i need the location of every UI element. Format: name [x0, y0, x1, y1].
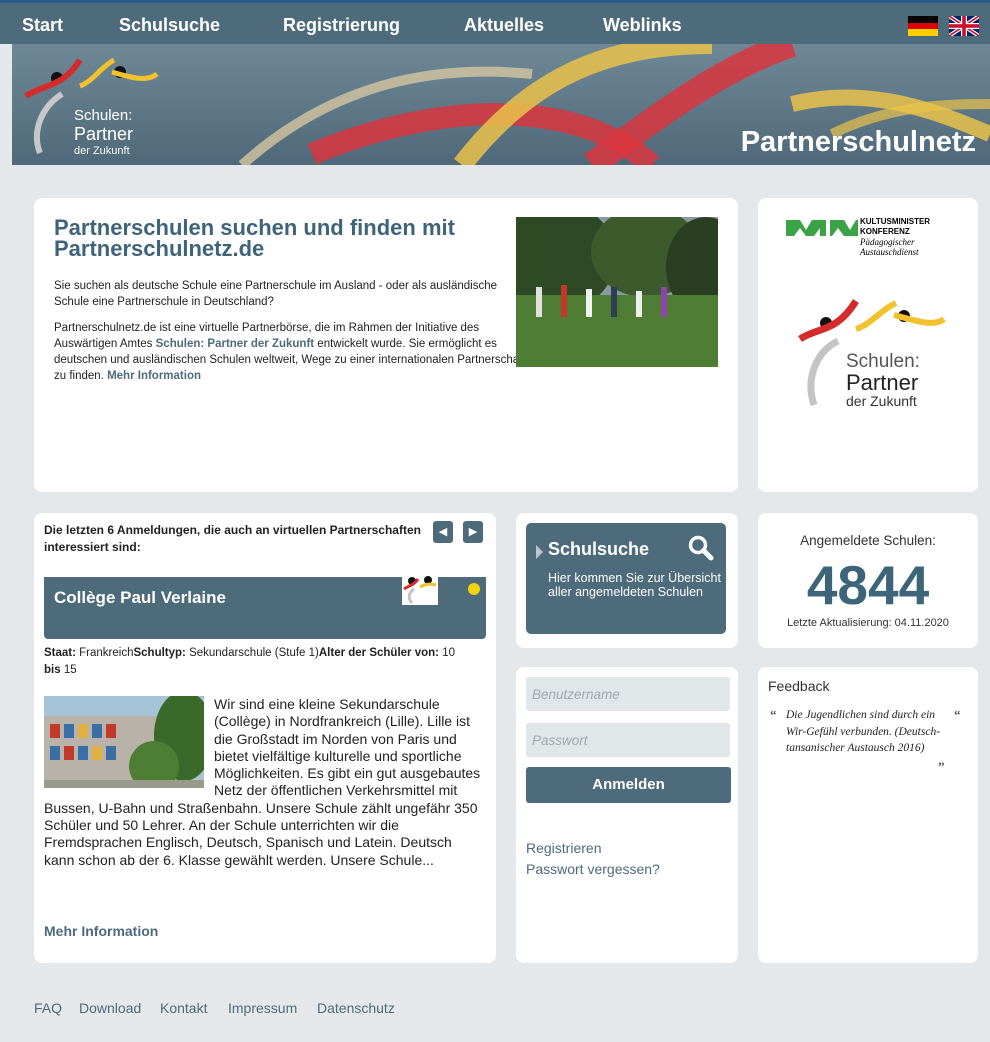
feedback-quote: Die Jugendlichen sind durch ein Wir-Gefü… [786, 709, 941, 754]
latest-registrations-card: Die letzten 6 Anmeldungen, die auch an v… [34, 513, 496, 963]
search-title: Schulsuche [548, 539, 650, 559]
partner-logo-line2: Partner [846, 370, 918, 395]
kmk-line3: Pädagogischer [859, 237, 915, 247]
arrow-right-icon: ▶ [468, 526, 478, 538]
intro-card: Partnerschulen suchen und finden mit Par… [34, 198, 738, 492]
kmk-logo: KULTUSMINISTER KONFERENZ Pädagogischer A… [786, 217, 930, 257]
latest-title: Die letzten 6 Anmeldungen, die auch an v… [44, 523, 421, 554]
nav-item-registrierung[interactable]: Registrierung [283, 15, 400, 36]
site-title: Partnerschulnetz [740, 126, 976, 158]
intro-photo [516, 217, 718, 367]
school-meta: Staat: FrankreichSchultyp: Sekundarschul… [44, 645, 464, 679]
username-input[interactable] [526, 677, 730, 711]
header-banner: Schulen: Partner der Zukunft Partnerschu… [12, 44, 990, 165]
search-description: Hier kommen Sie zur Übersicht aller ange… [548, 571, 721, 599]
alter-von-value: 10 [442, 647, 455, 659]
school-count: 4844 [806, 554, 930, 616]
top-nav: Start Schulsuche Registrierung Aktuelles… [0, 0, 990, 44]
kmk-line4: Austauschdienst [859, 247, 919, 257]
arrow-left-icon: ◀ [438, 526, 448, 538]
banner-logo-line1: Schulen: [74, 107, 132, 124]
school-photo [44, 696, 204, 788]
feedback-card: Feedback “ “ Die Jugendlichen sind durch… [758, 667, 978, 963]
partner-school-icon [402, 571, 438, 605]
footer-faq-link[interactable]: FAQ [34, 1000, 62, 1016]
footer-datenschutz-link[interactable]: Datenschutz [317, 1000, 395, 1016]
staat-value: Frankreich [79, 647, 134, 659]
intro-paragraph-1: Sie suchen als deutsche Schule eine Part… [54, 280, 498, 308]
alter-bis-value: 15 [63, 664, 77, 676]
uk-flag-icon[interactable] [949, 16, 979, 36]
intro-more-link[interactable]: Mehr Information [107, 370, 201, 382]
bis-label: bis [44, 664, 61, 676]
status-dot [468, 583, 480, 595]
kmk-card: KULTUSMINISTER KONFERENZ Pädagogischer A… [758, 198, 978, 492]
intro-paragraph-2: Partnerschulnetz.de ist eine virtuelle P… [54, 320, 534, 384]
partner-logo-line3: der Zukunft [846, 393, 917, 409]
kmk-line2: KONFERENZ [860, 227, 910, 236]
initiative-link[interactable]: Schulen: Partner der Zukunft [156, 338, 314, 350]
kmk-line1: KULTUSMINISTER [860, 217, 930, 226]
school-name[interactable]: Collège Paul Verlaine [54, 588, 226, 608]
school-description-block: Wir sind eine kleine Sekundarschule (Col… [44, 696, 484, 869]
partner-logo-line1: Schulen: [846, 351, 920, 372]
login-button[interactable]: Anmelden [526, 767, 731, 803]
quote-open-icon-right: “ [954, 707, 961, 722]
search-card: Schulsuche Hier kommen Sie zur Übersicht… [516, 513, 738, 648]
quote-open-icon: “ [770, 707, 777, 722]
school-count-card: Angemeldete Schulen: 4844 Letzte Aktuali… [758, 513, 978, 648]
footer-impressum-link[interactable]: Impressum [228, 1000, 297, 1016]
school-search-button[interactable]: Schulsuche Hier kommen Sie zur Übersicht… [526, 523, 726, 634]
forgot-password-link[interactable]: Passwort vergessen? [526, 861, 660, 877]
search-icon [688, 535, 714, 561]
pointer-icon [536, 545, 543, 559]
count-updated: Letzte Aktualisierung: 04.11.2020 [787, 617, 949, 629]
schultyp-value: Sekundarschule (Stufe 1) [189, 647, 319, 659]
next-button[interactable]: ▶ [463, 521, 483, 543]
register-link[interactable]: Registrieren [526, 840, 601, 856]
german-flag-icon[interactable] [908, 16, 938, 36]
prev-button[interactable]: ◀ [433, 521, 453, 543]
intro-heading: Partnerschulen suchen und finden mit Par… [54, 215, 455, 261]
alter-label: Alter der Schüler von: [318, 647, 439, 659]
schultyp-label: Schultyp: [133, 647, 186, 659]
quote-close-icon: ” [938, 759, 945, 774]
nav-item-weblinks[interactable]: Weblinks [603, 15, 682, 36]
partner-logo: Schulen: Partner der Zukunft [798, 299, 946, 409]
school-more-link[interactable]: Mehr Information [44, 923, 158, 939]
password-input[interactable] [526, 723, 730, 757]
login-card: Anmelden Registrieren Passwort vergessen… [516, 667, 738, 963]
banner-logo-line3: der Zukunft [74, 145, 130, 157]
school-header[interactable]: Collège Paul Verlaine [44, 571, 486, 639]
feedback-title: Feedback [768, 678, 830, 694]
banner-logo-line2: Partner [74, 124, 133, 144]
nav-item-aktuelles[interactable]: Aktuelles [464, 15, 544, 36]
count-label: Angemeldete Schulen: [800, 533, 936, 548]
nav-item-start[interactable]: Start [22, 15, 63, 36]
banner-logo: Schulen: Partner der Zukunft [24, 57, 159, 157]
nav-item-schulsuche[interactable]: Schulsuche [119, 15, 220, 36]
staat-label: Staat: [44, 647, 76, 659]
footer-download-link[interactable]: Download [79, 1000, 141, 1016]
footer-kontakt-link[interactable]: Kontakt [160, 1000, 207, 1016]
